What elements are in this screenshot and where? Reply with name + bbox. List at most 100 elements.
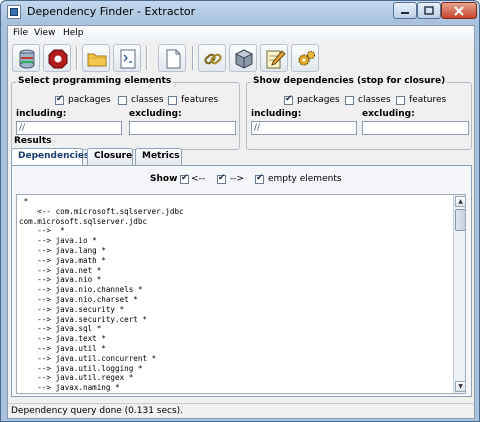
toolbar-button-edit[interactable] [260, 44, 288, 72]
select-features-label: features [181, 95, 219, 105]
show-inbound-label: <-- [191, 174, 206, 184]
query-icon [120, 49, 136, 69]
toolbar-button-gears[interactable] [291, 44, 319, 72]
output-line: --> java.text * [19, 334, 106, 344]
tab-metrics[interactable]: Metrics [135, 148, 182, 165]
select-including-label: including: [16, 109, 67, 119]
toolbar-separator [192, 46, 194, 70]
output-line: --> java.util.regex * [19, 373, 134, 383]
toolbar-button-database[interactable] [12, 44, 40, 72]
scroll-thumb[interactable] [455, 209, 465, 231]
output-line: --> java.util.concurrent * [19, 353, 157, 363]
show-classes-checkbox[interactable] [345, 96, 354, 105]
results-label: Results [14, 136, 52, 146]
select-excluding-label: excluding: [129, 109, 182, 119]
output-line: --> java.math * [19, 255, 106, 265]
output-line: --> java.security.cert * [19, 314, 148, 324]
minimize-button[interactable] [393, 2, 417, 19]
select-including-field[interactable]: // [16, 121, 122, 135]
show-empty-checkbox[interactable] [255, 173, 264, 184]
client-area: File View Help Select programming elemen… [7, 25, 475, 419]
show-features-checkbox[interactable] [396, 96, 405, 105]
show-packages-label: packages [297, 95, 340, 105]
output-line: com.microsoft.sqlserver.jdbc [19, 216, 148, 226]
notepad-pencil-icon [266, 50, 286, 69]
show-including-field[interactable]: // [251, 121, 357, 135]
output-line: <-- com.microsoft.sqlserver.jdbc [19, 206, 184, 216]
toolbar [8, 42, 474, 78]
show-options-row: Show <-- --> empty elements [12, 173, 471, 187]
show-excluding-label: excluding: [362, 109, 415, 119]
tab-closure[interactable]: Closure [87, 148, 133, 165]
minimize-icon [401, 11, 409, 14]
status-bar: Dependency query done (0.131 secs). [8, 403, 474, 418]
scroll-down-button[interactable]: ▼ [455, 381, 465, 392]
show-packages-checkbox[interactable] [284, 94, 293, 105]
link-icon [204, 53, 222, 65]
show-excluding-field[interactable] [362, 121, 469, 135]
show-label: Show [150, 174, 178, 184]
dependencies-panel: Show <-- --> empty elements * <-- com.mi… [11, 165, 472, 397]
select-features-checkbox[interactable] [168, 96, 177, 105]
tab-dependencies[interactable]: Dependencies [11, 148, 89, 166]
show-inbound-checkbox[interactable] [180, 173, 189, 184]
output-line: --> java.security * [19, 304, 125, 314]
vertical-scrollbar[interactable]: ▲ ▼ [453, 195, 465, 393]
menu-bar: File View Help [8, 26, 474, 42]
toolbar-button-open[interactable] [82, 44, 110, 72]
maximize-icon [424, 6, 434, 15]
select-excluding-field[interactable] [129, 121, 236, 135]
output-line: * [19, 197, 29, 206]
output-line: --> java.lang * [19, 245, 106, 255]
toolbar-button-link[interactable] [198, 44, 226, 72]
output-line: --> * [19, 226, 65, 236]
output-line: --> java.nio * [19, 275, 102, 285]
menu-file[interactable]: File [13, 28, 28, 38]
toolbar-button-cube[interactable] [229, 44, 257, 72]
show-dependencies-group: Show dependencies (stop for closure) pac… [246, 76, 472, 150]
close-button[interactable] [441, 2, 477, 19]
show-outbound-checkbox[interactable] [217, 173, 226, 184]
show-empty-label: empty elements [268, 174, 342, 184]
output-line: --> java.net * [19, 265, 102, 275]
output-line: --> java.util.logging * [19, 363, 143, 373]
select-group-title: Select programming elements [16, 76, 174, 86]
stop-sign-icon [48, 49, 68, 69]
window-title: Dependency Finder - Extractor [27, 5, 196, 18]
select-classes-checkbox[interactable] [118, 96, 127, 105]
show-including-label: including: [251, 109, 302, 119]
menu-help[interactable]: Help [63, 28, 84, 38]
app-icon [7, 5, 21, 19]
output-line: --> java.sql * [19, 324, 102, 334]
output-line: --> java.util * [19, 343, 106, 353]
dependency-output-area[interactable]: * <-- com.microsoft.sqlserver.jdbc com.mi… [16, 194, 466, 394]
output-line: --> java.nio.channels * [19, 285, 143, 295]
toolbar-button-new[interactable] [158, 44, 186, 72]
scroll-up-button[interactable]: ▲ [455, 196, 465, 207]
gears-icon [298, 50, 316, 66]
select-packages-label: packages [68, 95, 111, 105]
toolbar-separator [76, 46, 78, 70]
select-classes-label: classes [131, 95, 164, 105]
database-icon [19, 49, 35, 69]
toolbar-separator [146, 46, 148, 70]
show-features-label: features [409, 95, 447, 105]
close-icon [454, 5, 464, 16]
output-line: --> javax.naming.spi * [19, 393, 449, 394]
output-line: --> javax.naming * [19, 383, 120, 393]
cube-icon [234, 49, 254, 69]
title-bar[interactable]: Dependency Finder - Extractor [1, 1, 479, 23]
output-line: --> java.io * [19, 236, 97, 246]
folder-icon [87, 53, 107, 67]
toolbar-button-stop[interactable] [43, 44, 71, 72]
show-outbound-label: --> [230, 174, 245, 184]
show-classes-label: classes [358, 95, 391, 105]
app-window: Dependency Finder - Extractor File View … [0, 0, 480, 422]
show-group-title: Show dependencies (stop for closure) [251, 76, 448, 86]
select-packages-checkbox[interactable] [55, 94, 64, 105]
menu-view[interactable]: View [34, 28, 55, 38]
maximize-button[interactable] [417, 2, 441, 19]
output-line: --> java.nio.charset * [19, 294, 138, 304]
dependency-output-text: * <-- com.microsoft.sqlserver.jdbc com.mi… [19, 197, 449, 394]
toolbar-button-query[interactable] [113, 44, 141, 72]
